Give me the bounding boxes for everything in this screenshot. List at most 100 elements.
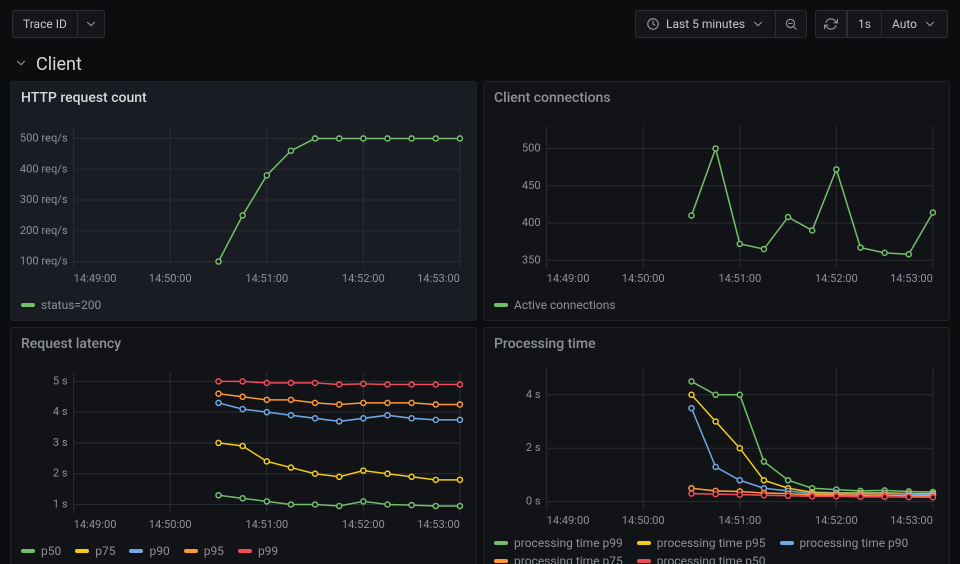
svg-text:500 req/s: 500 req/s — [20, 131, 68, 144]
svg-text:14:49:00: 14:49:00 — [74, 518, 117, 531]
svg-text:14:53:00: 14:53:00 — [417, 518, 460, 531]
svg-text:14:51:00: 14:51:00 — [718, 514, 761, 527]
svg-text:14:51:00: 14:51:00 — [245, 272, 288, 285]
svg-text:1 s: 1 s — [53, 498, 68, 511]
legend-swatch — [238, 549, 252, 553]
svg-text:14:50:00: 14:50:00 — [622, 272, 665, 285]
svg-text:14:50:00: 14:50:00 — [622, 514, 665, 527]
legend-label: status=200 — [41, 298, 101, 312]
svg-text:14:52:00: 14:52:00 — [342, 272, 385, 285]
svg-text:0 s: 0 s — [526, 495, 541, 508]
chart-legend: p50 p75 p90 p95 p99 — [11, 540, 476, 564]
panel-client_connections[interactable]: Client connections35040045050014:49:0014… — [483, 81, 950, 321]
section-title: Client — [36, 54, 82, 75]
svg-text:3 s: 3 s — [53, 436, 68, 449]
legend-label: processing time p90 — [800, 536, 909, 550]
legend-item[interactable]: processing time p99 — [494, 536, 623, 550]
svg-text:450: 450 — [522, 179, 541, 192]
zoom-out-icon — [784, 17, 798, 31]
refresh-icon — [824, 17, 838, 31]
chart: 0 s 2 s 4 s 14:49:00 14:50:00 14:51:00 14:52:0… — [488, 360, 941, 530]
chart: 35040045050014:49:0014:50:0014:51:0014:5… — [488, 114, 941, 292]
top-toolbar: Trace ID Last 5 minutes 1s Auto — [0, 0, 960, 48]
panel-title: Processing time — [484, 328, 949, 356]
refresh-interval-label: 1s — [858, 17, 871, 31]
legend-item[interactable]: processing time p75 — [494, 554, 623, 564]
legend-swatch — [637, 541, 651, 545]
svg-text:2 s: 2 s — [53, 467, 68, 480]
svg-text:14:53:00: 14:53:00 — [890, 272, 933, 285]
chevron-down-icon — [77, 11, 104, 37]
svg-text:14:49:00: 14:49:00 — [74, 272, 117, 285]
chart: 100 req/s200 req/s300 req/s400 req/s500 … — [15, 114, 468, 292]
chart-legend: status=200 — [11, 294, 476, 320]
legend-swatch — [494, 541, 508, 545]
legend-item[interactable]: status=200 — [21, 298, 101, 312]
legend-swatch — [21, 549, 35, 553]
svg-text:500: 500 — [522, 142, 541, 155]
svg-text:300 req/s: 300 req/s — [20, 193, 68, 206]
legend-item[interactable]: Active connections — [494, 298, 616, 312]
panel-title: HTTP request count — [11, 82, 476, 110]
time-range-picker[interactable]: Last 5 minutes — [635, 10, 807, 38]
legend-swatch — [129, 549, 143, 553]
legend-label: Active connections — [514, 298, 616, 312]
refresh-mode[interactable]: Auto — [882, 10, 948, 38]
time-range-label: Last 5 minutes — [666, 17, 745, 31]
refresh-button[interactable] — [815, 10, 847, 38]
legend-item[interactable]: processing time p90 — [780, 536, 909, 550]
refresh-mode-label: Auto — [892, 17, 917, 31]
legend-item[interactable]: processing time p50 — [637, 554, 766, 564]
svg-text:14:50:00: 14:50:00 — [149, 272, 192, 285]
panel-title: Client connections — [484, 82, 949, 110]
legend-label: p99 — [258, 544, 278, 558]
panel-http_request_count[interactable]: HTTP request count100 req/s200 req/s300 … — [10, 81, 477, 321]
svg-text:14:53:00: 14:53:00 — [417, 272, 460, 285]
svg-text:14:50:00: 14:50:00 — [149, 518, 192, 531]
svg-text:4 s: 4 s — [526, 388, 541, 401]
panel-processing_time[interactable]: Processing time 0 s 2 s 4 s 14:49:00 14:50:00… — [483, 327, 950, 564]
svg-text:14:52:00: 14:52:00 — [815, 272, 858, 285]
legend-item[interactable]: p95 — [184, 544, 224, 558]
panel-grid: HTTP request count100 req/s200 req/s300 … — [0, 81, 960, 564]
legend-swatch — [494, 303, 508, 307]
chart: 1 s2 s3 s4 s5 s14:49:0014:50:0014:51:001… — [15, 360, 468, 538]
legend-swatch — [75, 549, 89, 553]
svg-text:400 req/s: 400 req/s — [20, 162, 68, 175]
row-header[interactable]: Client — [0, 48, 960, 81]
zoom-out-button[interactable] — [776, 10, 807, 38]
legend-item[interactable]: p90 — [129, 544, 169, 558]
svg-text:14:52:00: 14:52:00 — [342, 518, 385, 531]
chevron-down-icon — [923, 17, 937, 31]
svg-text:100 req/s: 100 req/s — [20, 255, 68, 268]
trace-id-label: Trace ID — [13, 17, 77, 31]
svg-text:2 s: 2 s — [526, 441, 541, 454]
legend-item[interactable]: p75 — [75, 544, 115, 558]
chart-legend: processing time p99 processing time p95 pr… — [484, 532, 949, 564]
legend-label: processing time p99 — [514, 536, 623, 550]
legend-label: processing time p95 — [657, 536, 766, 550]
legend-label: processing time p75 — [514, 554, 623, 564]
svg-text:350: 350 — [522, 253, 541, 266]
chevron-down-icon — [14, 56, 28, 74]
trace-id-selector[interactable]: Trace ID — [12, 10, 105, 38]
legend-item[interactable]: processing time p95 — [637, 536, 766, 550]
svg-text:14:52:00: 14:52:00 — [815, 514, 858, 527]
refresh-picker[interactable]: 1s Auto — [815, 10, 948, 38]
chevron-down-icon — [751, 17, 765, 31]
legend-item[interactable]: p99 — [238, 544, 278, 558]
svg-text:14:49:00: 14:49:00 — [547, 272, 590, 285]
svg-text:14:51:00: 14:51:00 — [245, 518, 288, 531]
chart-legend: Active connections — [484, 294, 949, 320]
legend-label: p90 — [149, 544, 169, 558]
clock-icon — [646, 17, 660, 31]
legend-item[interactable]: p50 — [21, 544, 61, 558]
legend-swatch — [780, 541, 794, 545]
panel-request_latency[interactable]: Request latency1 s2 s3 s4 s5 s14:49:0014… — [10, 327, 477, 564]
legend-swatch — [637, 559, 651, 563]
legend-label: processing time p50 — [657, 554, 766, 564]
svg-text:14:49:00: 14:49:00 — [547, 514, 590, 527]
legend-swatch — [21, 303, 35, 307]
svg-text:14:51:00: 14:51:00 — [718, 272, 761, 285]
refresh-interval[interactable]: 1s — [847, 10, 882, 38]
